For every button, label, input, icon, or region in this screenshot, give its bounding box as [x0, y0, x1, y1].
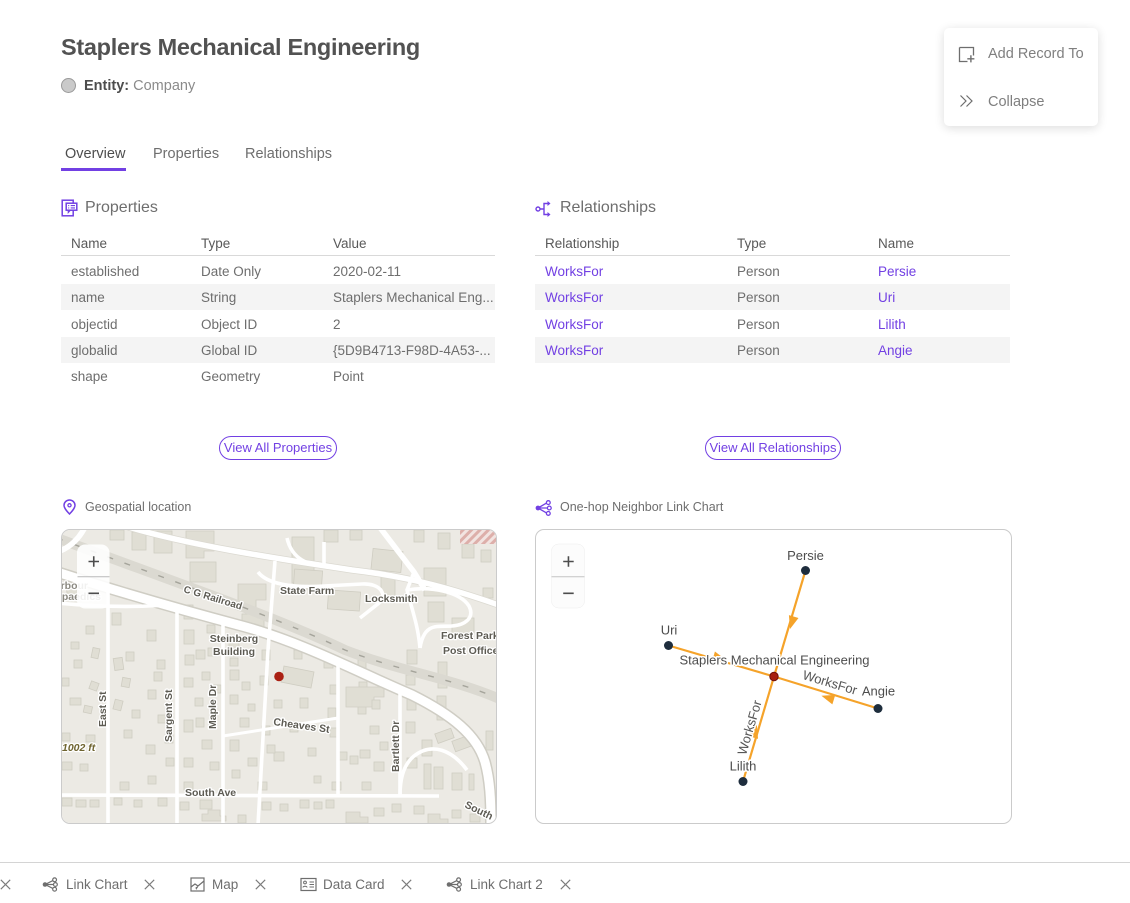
- svg-text:Maple Dr: Maple Dr: [207, 685, 219, 729]
- svg-text:Locksmith: Locksmith: [365, 593, 418, 605]
- svg-text:1002 ft: 1002 ft: [62, 742, 96, 754]
- svg-text:State Farm: State Farm: [280, 585, 334, 597]
- svg-text:Sargent St: Sargent St: [163, 689, 175, 742]
- svg-text:Persie: Persie: [787, 548, 824, 563]
- svg-text:Lilith: Lilith: [730, 759, 757, 774]
- svg-text:Forest Park: Forest Park: [441, 630, 496, 642]
- svg-text:Angie: Angie: [862, 684, 895, 699]
- svg-text:East St: East St: [97, 691, 109, 727]
- svg-text:WorksFor: WorksFor: [734, 698, 764, 757]
- svg-text:South Ave: South Ave: [185, 787, 236, 799]
- svg-text:Staplers Mechanical Engineerin: Staplers Mechanical Engineering: [679, 653, 869, 668]
- svg-text:Steinberg: Steinberg: [210, 633, 258, 645]
- svg-text:Building: Building: [213, 646, 255, 658]
- svg-text:Uri: Uri: [661, 623, 678, 638]
- svg-text:Post Office: Post Office: [443, 645, 496, 657]
- svg-text:Bartlett Dr: Bartlett Dr: [390, 721, 402, 772]
